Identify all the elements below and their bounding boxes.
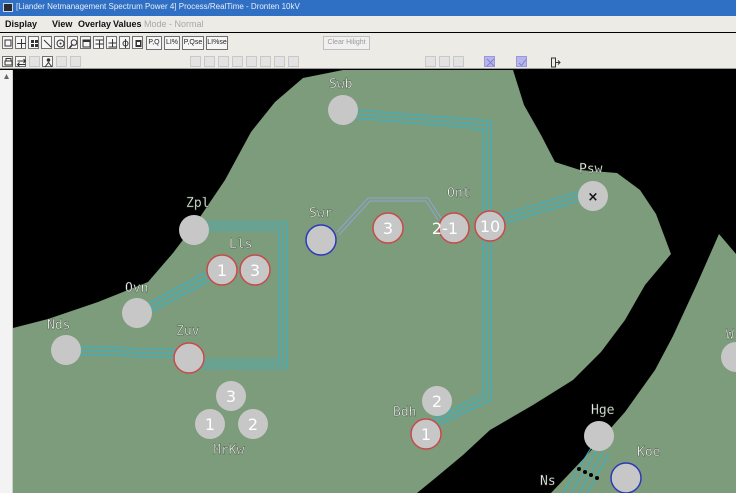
label-zuv: Zuv [176, 324, 200, 339]
label-psw: Psw [579, 162, 603, 177]
navigate-icon[interactable] [15, 36, 26, 49]
value-lls-3: 3 [250, 261, 260, 280]
disabled-tool-icon [29, 56, 40, 67]
title-bar: [Liander Netmanagement Spectrum Power 4]… [0, 0, 736, 16]
window-title: [Liander Netmanagement Spectrum Power 4]… [16, 2, 300, 11]
disabled-check-icon [439, 56, 450, 67]
network-map[interactable]: Swb Psw Ont Zpl Swr Lls Ovn Nds Zuv Bdh … [13, 70, 736, 493]
menu-mode: Mode - Normal [144, 19, 204, 29]
label-nds: Nds [47, 318, 70, 333]
label-mrkw: MrKw [213, 443, 244, 458]
app-window: [Liander Netmanagement Spectrum Power 4]… [0, 0, 736, 493]
disabled-tool-icon [56, 56, 67, 67]
menu-values[interactable]: Values [113, 19, 142, 29]
value-ont-10: 10 [480, 217, 500, 236]
phase-icon[interactable] [119, 36, 130, 49]
label-w: W [726, 328, 734, 343]
align-bottom-icon[interactable] [106, 36, 117, 49]
app-icon [3, 3, 13, 12]
close-x-icon: × [588, 190, 599, 205]
disabled-tool-icon [218, 56, 229, 67]
value-lls-1: 1 [217, 261, 227, 280]
value-bdh-2: 2 [432, 392, 442, 411]
grid-icon[interactable] [28, 36, 39, 49]
mark-icon[interactable] [484, 56, 495, 67]
menu-display[interactable]: Display [5, 19, 37, 29]
label-swr: Swr [309, 206, 333, 221]
draw-line-icon[interactable] [41, 36, 52, 49]
label-lls: Lls [229, 237, 252, 252]
label-koe: Koe [637, 445, 661, 460]
menu-overlay[interactable]: Overlay [78, 19, 111, 29]
station-nds-node[interactable] [51, 335, 81, 365]
disabled-tool-icon [274, 56, 285, 67]
station-koe-node[interactable] [610, 462, 642, 493]
value-ont-2-1: 2-1 [432, 219, 458, 238]
disabled-check-icon [453, 56, 464, 67]
disabled-tool-icon [190, 56, 201, 67]
align-top-icon[interactable] [93, 36, 104, 49]
label-bdh: Bdh [393, 405, 416, 420]
clear-hilight-button[interactable]: Clear Hilight [323, 36, 370, 50]
station-swb-node[interactable] [328, 95, 358, 125]
menu-view[interactable]: View [52, 19, 72, 29]
disabled-tool-icon [246, 56, 257, 67]
check-icon[interactable] [516, 56, 527, 67]
value-mrkw-2: 2 [248, 415, 258, 434]
pqse-button[interactable]: P,Qse [182, 36, 204, 50]
station-zuv-node[interactable] [173, 342, 205, 374]
li-percent-se-button[interactable]: LI%se [206, 36, 228, 50]
swap-icon[interactable] [15, 56, 27, 67]
disabled-tool-icon [70, 56, 81, 67]
label-zpl: Zpl [186, 196, 209, 211]
left-scrollbar[interactable] [0, 70, 13, 493]
select-icon[interactable] [2, 36, 13, 49]
window-icon[interactable] [80, 36, 91, 49]
value-bdh-1: 1 [421, 425, 431, 444]
station-ovn-node[interactable] [122, 298, 152, 328]
pq-button[interactable]: P,Q [146, 36, 162, 50]
disabled-tool-icon [288, 56, 299, 67]
value-mrkw-3: 3 [226, 387, 236, 406]
label-hge: Hge [591, 403, 615, 418]
label-ns: Ns [540, 474, 556, 489]
person-icon[interactable] [42, 56, 53, 68]
disabled-check-icon [425, 56, 436, 67]
station-hge-node[interactable] [584, 421, 614, 451]
toolbar-secondary [0, 55, 736, 69]
station-swr-node[interactable] [305, 224, 337, 256]
li-percent-button[interactable]: LI% [164, 36, 180, 50]
print-icon[interactable] [2, 56, 13, 67]
label-swb: Swb [329, 77, 353, 92]
target-icon[interactable] [54, 36, 65, 49]
label-ovn: Ovn [125, 281, 148, 296]
disabled-tool-icon [260, 56, 271, 67]
device-icon[interactable] [132, 36, 143, 49]
menu-bar: Display View Overlay Values Mode - Norma… [0, 16, 736, 32]
disabled-tool-icon [232, 56, 243, 67]
exit-door-icon[interactable] [549, 56, 561, 68]
disabled-tool-icon [204, 56, 215, 67]
label-ont: Ont [447, 186, 470, 201]
value-mrkw-1: 1 [205, 415, 215, 434]
value-swr-3: 3 [383, 219, 393, 238]
station-zpl-node[interactable] [179, 215, 209, 245]
zoom-icon[interactable] [67, 36, 78, 49]
